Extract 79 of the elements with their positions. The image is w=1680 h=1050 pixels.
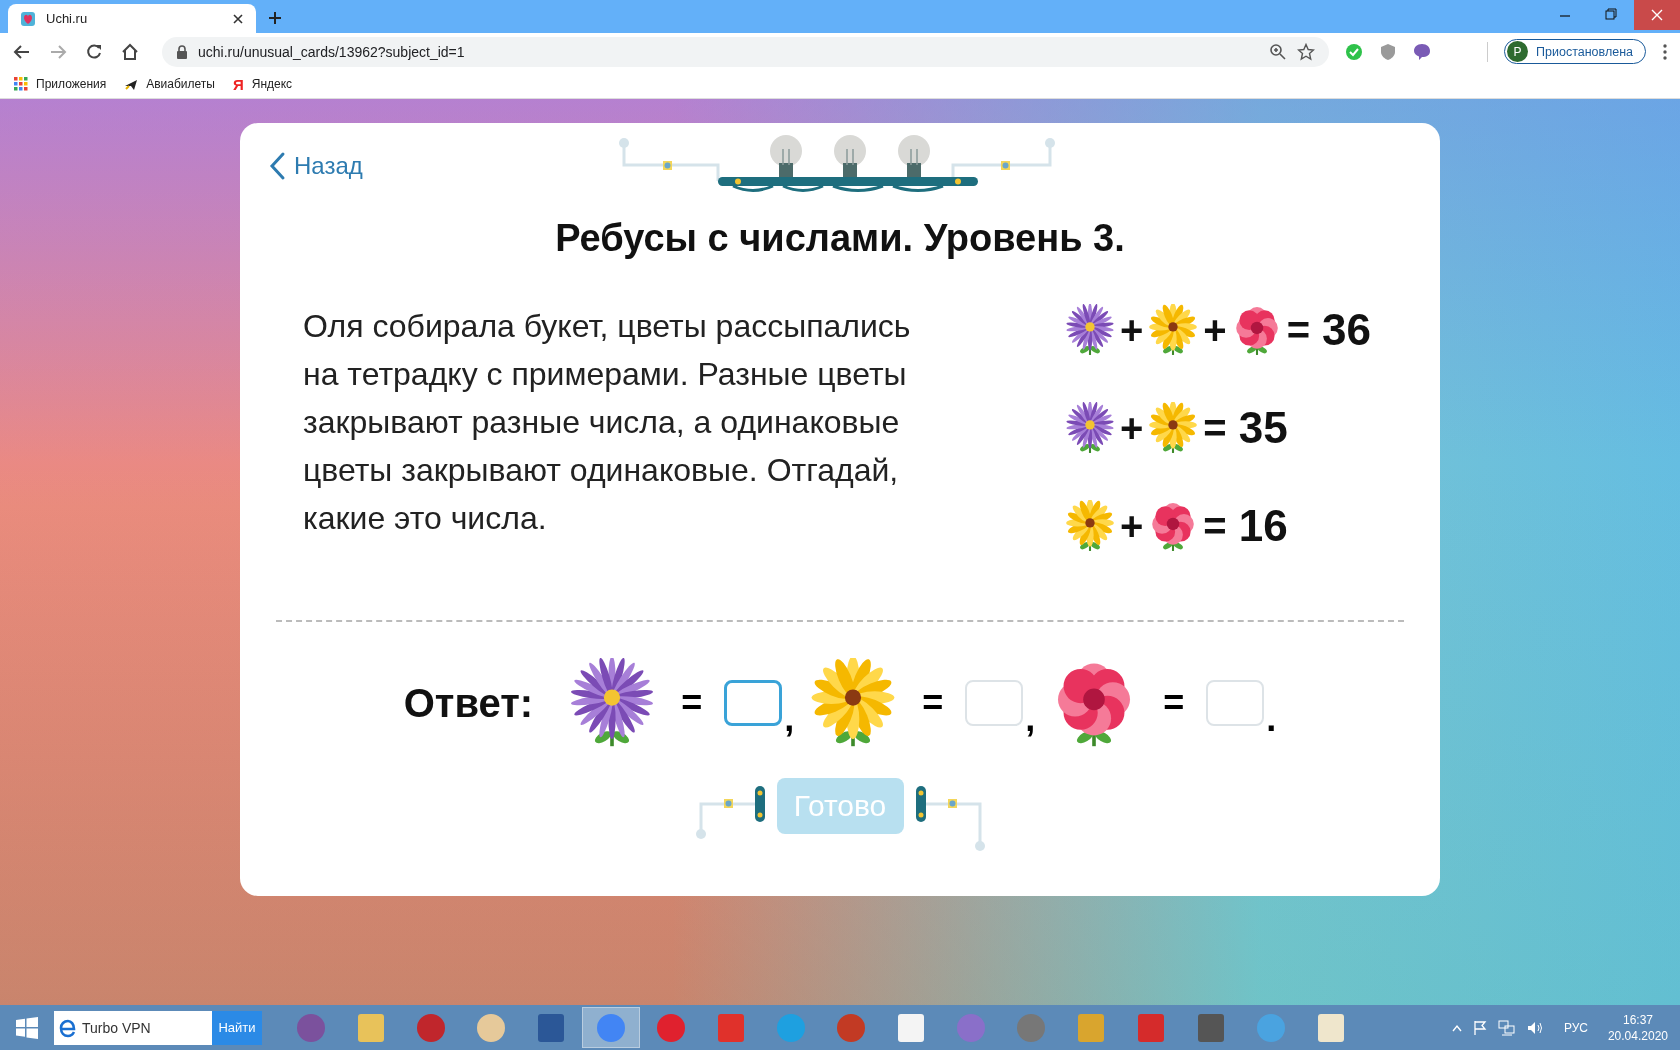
app-icon (596, 1012, 626, 1043)
app-icon (476, 1012, 506, 1043)
app-icon (1136, 1012, 1166, 1043)
star-icon[interactable] (1297, 42, 1316, 61)
punctuation: , (1025, 698, 1036, 741)
plane-icon (124, 77, 139, 91)
start-icon[interactable] (14, 1014, 40, 1041)
flower-icon (1147, 304, 1200, 356)
app-icon (536, 1012, 566, 1043)
math-sign: + (1120, 307, 1144, 353)
math-sign: = (1203, 503, 1227, 549)
lock-icon (176, 44, 188, 59)
close-icon[interactable] (232, 12, 244, 25)
punctuation: , (784, 698, 795, 741)
app-icon (296, 1012, 326, 1043)
task-title: Ребусы с числами. Уровень 3. (554, 217, 1126, 260)
punctuation: . (1266, 698, 1277, 741)
browser-icon (58, 1017, 78, 1038)
chevron-left-icon (268, 151, 286, 181)
equals-sign: = (922, 682, 944, 724)
favicon-icon (20, 10, 36, 27)
tab-title: Uchi.ru (46, 11, 89, 26)
new-tab-icon[interactable] (268, 11, 282, 25)
flower-icon (1064, 304, 1116, 356)
search-button[interactable]: Найти (212, 1010, 262, 1045)
address-bar[interactable]: uchi.ru/unusual_cards/13962?subject_id=1 (162, 36, 1330, 67)
apps-icon (14, 77, 28, 91)
app-icon (356, 1012, 386, 1043)
app-icon (1316, 1012, 1346, 1043)
equation-result: 36 (1322, 305, 1372, 355)
bookmark[interactable]: Приложения (14, 77, 107, 91)
problem-text: Оля собирала букет, цветы рассыпались на тетрадку с примерами. Разные цветы закрывают разные числа, а одинаковые цветы закрывают одинаковые. Отгадай, какие это числа. (303, 307, 912, 538)
bookmark[interactable]: Я Яндекс (232, 75, 293, 93)
bookmark[interactable]: Авиабилеты (124, 77, 215, 91)
app-icon (1016, 1012, 1046, 1043)
browser-tab[interactable]: Uchi.ru (8, 4, 256, 33)
menu-icon[interactable] (1662, 42, 1668, 61)
back-link[interactable]: Назад (268, 151, 363, 181)
letter-icon: Я (232, 75, 244, 93)
clock-time: 16:37 (1622, 1011, 1653, 1028)
network-icon[interactable] (1497, 1019, 1516, 1036)
app-icon (1196, 1012, 1226, 1043)
math-sign: = (1203, 405, 1227, 451)
shield-icon[interactable] (1379, 42, 1398, 61)
app-icon (896, 1012, 926, 1043)
flag-icon[interactable] (1471, 1019, 1488, 1036)
taskbar-button[interactable] (582, 1007, 640, 1048)
app-icon (656, 1012, 686, 1043)
close-window-icon[interactable] (1634, 0, 1680, 30)
app-icon (956, 1012, 986, 1043)
math-sign: = (1286, 307, 1311, 353)
chevron-up-icon[interactable] (1451, 1023, 1462, 1032)
avatar: P (1507, 41, 1529, 62)
math-sign: + (1120, 503, 1144, 549)
url-text: uchi.ru/unusual_cards/13962?subject_id=1 (198, 43, 465, 60)
app-icon (1256, 1012, 1286, 1043)
flower-icon (1147, 402, 1200, 454)
check-icon[interactable] (1345, 42, 1364, 61)
flower-icon (1064, 402, 1116, 454)
answer-field[interactable] (724, 680, 783, 726)
app-icon (1076, 1012, 1106, 1043)
app-icon (776, 1012, 806, 1043)
app-icon (836, 1012, 866, 1043)
flower-icon (1064, 500, 1116, 552)
equation-result: 16 (1238, 501, 1288, 551)
math-sign: + (1203, 307, 1227, 353)
zoom-icon[interactable] (1269, 42, 1288, 61)
equals-sign: = (1163, 682, 1185, 724)
chat-icon[interactable] (1413, 42, 1432, 61)
equals-sign: = (681, 682, 703, 724)
search-field[interactable]: Turbo VPN (54, 1010, 212, 1045)
home-icon[interactable] (120, 41, 140, 62)
clock-date: 20.04.2020 (1607, 1027, 1668, 1044)
math-sign: + (1120, 405, 1144, 451)
app-icon (716, 1012, 746, 1043)
answer-label: Ответ: (403, 680, 534, 726)
equation-result: 35 (1238, 403, 1288, 453)
language-indicator[interactable]: РУС (1563, 1020, 1588, 1035)
app-icon (416, 1012, 446, 1043)
